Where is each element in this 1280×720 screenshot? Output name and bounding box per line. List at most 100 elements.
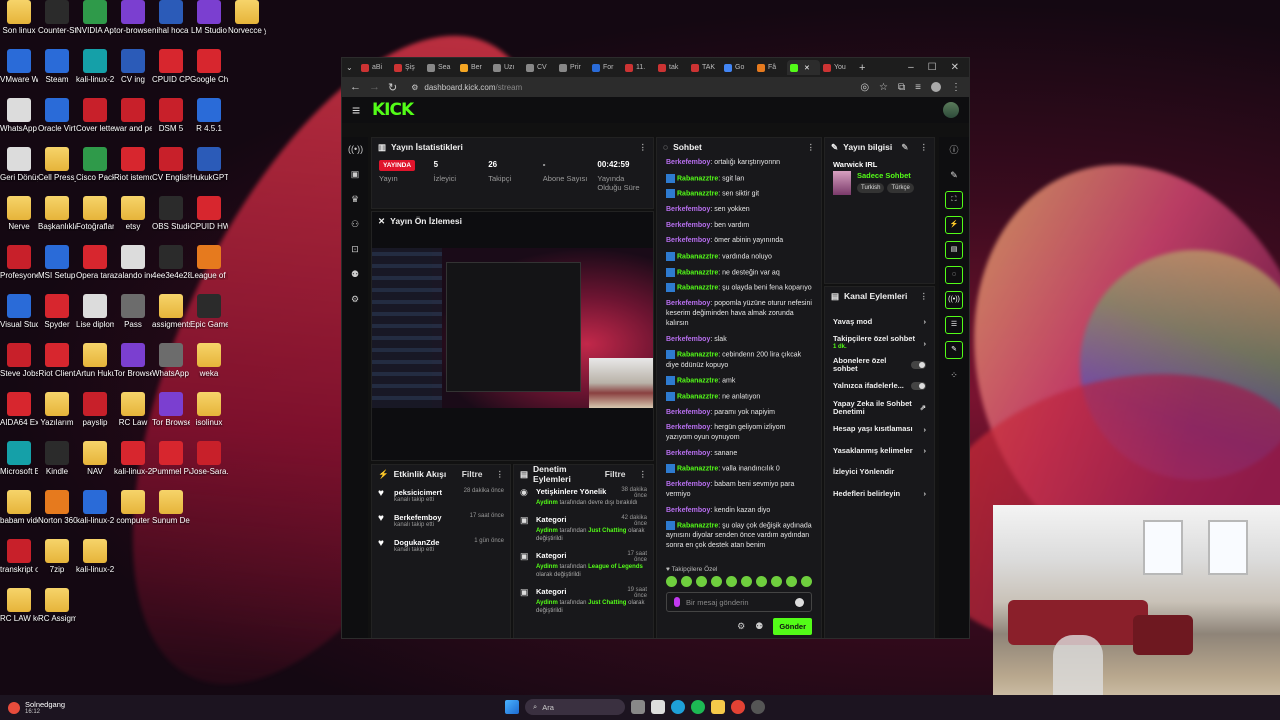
desktop-icon[interactable]: AIDA64 Extreme — [0, 392, 38, 427]
chat-username[interactable]: Berkefemboy — [666, 206, 710, 213]
desktop-icon[interactable]: weka — [190, 343, 228, 378]
channel-action-item[interactable]: Yasaklanmış kelimeler › — [825, 440, 934, 462]
bookmark-star-icon[interactable]: ☆ — [879, 82, 888, 93]
activity-menu-icon[interactable]: ⋮ — [496, 469, 505, 480]
activity-item[interactable]: ♥ peksicicimert kanalı takip etti 28 dakika… — [372, 483, 510, 508]
browser-tab[interactable]: Ber — [457, 60, 490, 75]
kick-logo[interactable]: KICK — [372, 100, 414, 120]
forward-icon[interactable]: → — [369, 81, 380, 93]
chat-message[interactable]: Berkefemboy: sanane — [666, 449, 812, 459]
new-tab-button[interactable]: + — [853, 62, 871, 74]
desktop-icon[interactable]: Yazılarım — [38, 392, 76, 427]
desktop-icon[interactable]: etsy — [114, 196, 152, 231]
moderation-filter-button[interactable]: Filtre — [605, 469, 626, 479]
desktop-icon[interactable]: Norvecce yazılık — [228, 0, 266, 35]
windows-start-icon[interactable] — [505, 700, 519, 714]
browser-tab[interactable]: TAK — [688, 60, 721, 75]
pencil-icon[interactable]: ✎ — [945, 166, 963, 184]
browser-tab[interactable]: aBi — [358, 60, 391, 75]
settings-icon[interactable]: ⚙ — [348, 292, 362, 306]
moderation-icon[interactable]: ⊡ — [348, 242, 362, 256]
desktop-icon[interactable]: Counter-Str... 2 — [38, 0, 76, 35]
channel-action-item[interactable]: Yavaş mod › — [825, 311, 934, 333]
notes-button-icon[interactable]: ▤ — [945, 241, 963, 259]
browser-tab[interactable]: For — [589, 60, 622, 75]
media-icon[interactable]: ≡ — [915, 82, 921, 93]
stream-preview-video[interactable] — [372, 248, 653, 408]
desktop-icon[interactable]: CV ing — [114, 49, 152, 84]
chat-username[interactable]: Berkefemboy — [666, 336, 710, 343]
desktop-icon[interactable]: NAV — [76, 441, 114, 476]
desktop-icon[interactable]: transkript oversat... — [0, 539, 38, 574]
spotify-icon[interactable] — [691, 700, 705, 714]
url-field[interactable]: ⚙ dashboard.kick.com /stream — [405, 80, 805, 94]
chat-username[interactable]: Berkefemboy — [666, 222, 710, 229]
emote[interactable] — [741, 576, 752, 587]
chat-message[interactable]: Berkefemboy: babam beni sevmiyo para ver… — [666, 480, 812, 500]
desktop-icon[interactable]: WhatsApp Görsel 202... — [152, 343, 190, 378]
tag-chip[interactable]: Turkish — [857, 183, 885, 193]
calendar-app-icon[interactable] — [651, 700, 665, 714]
desktop-icon[interactable]: Lise diplomas_(1) — [76, 294, 114, 329]
browser-menu-icon[interactable]: ⋮ — [951, 82, 961, 93]
chat-mod-icon[interactable]: ⚉ — [755, 621, 763, 632]
desktop-icon[interactable]: Tor Browser — [152, 392, 190, 427]
emote[interactable] — [666, 576, 677, 587]
settings-app-icon[interactable] — [751, 700, 765, 714]
chat-message[interactable]: Rabanazztre: valla inandıncılık 0 — [666, 464, 812, 474]
eye-off-icon[interactable]: ◎ — [860, 82, 869, 93]
emote[interactable] — [801, 576, 812, 587]
desktop-icon[interactable]: Profesyonel CV norsk — [0, 245, 38, 280]
desktop-icon[interactable]: kali-linux-2... — [76, 539, 114, 574]
channel-action-item[interactable]: Yapay Zeka ile Sohbet Denetimi ⇗ — [825, 397, 934, 419]
tools-button-icon[interactable]: ✎ — [945, 341, 963, 359]
chat-username[interactable]: Rabanazztre — [677, 253, 718, 260]
desktop-icon[interactable]: R 4.5.1 — [190, 98, 228, 133]
activity-item[interactable]: ♥ Berkefemboy kanalı takip etti 17 saat önc… — [372, 508, 510, 533]
desktop-icon[interactable]: Spyder — [38, 294, 76, 329]
chat-username[interactable]: Rabanazztre — [677, 352, 718, 359]
browser-tab[interactable]: Uzı — [490, 60, 523, 75]
desktop-icon[interactable]: MSI SetupDnv64 — [38, 245, 76, 280]
chat-message[interactable]: Rabanazztre: ne anlatıyon — [666, 391, 812, 402]
chat-message[interactable]: Berkefemboy: popomla yüzüne oturur nefes… — [666, 299, 812, 329]
chat-username[interactable]: Rabanazztre — [677, 285, 718, 292]
chat-username[interactable]: Rabanazztre — [677, 191, 718, 198]
chat-message[interactable]: Berkefemboy: ben vardım — [666, 221, 812, 231]
emoji-picker-icon[interactable] — [795, 597, 804, 607]
desktop-icon[interactable]: Opera tarayıcı — [76, 245, 114, 280]
chat-message[interactable]: Berkefemboy: kendin kazan diyo — [666, 506, 812, 516]
desktop-icon[interactable]: Jose-Sara... — [190, 441, 228, 476]
desktop-icon[interactable]: Steve Jobs Walter Is... — [0, 343, 38, 378]
moderation-menu-icon[interactable]: ⋮ — [639, 469, 648, 480]
desktop-icon[interactable]: NVIDIA App — [76, 0, 114, 35]
raid-button-icon[interactable]: ⚡ — [945, 216, 963, 234]
moderation-item[interactable]: ◉ Yetişkinlere Yönelik 38 dakika önce Aydin… — [514, 483, 653, 511]
chat-message[interactable]: Berkefemboy: paramı yok napiyim — [666, 408, 812, 418]
emote[interactable] — [726, 576, 737, 587]
desktop-icon[interactable]: Son linux — [0, 0, 38, 35]
desktop-icon[interactable]: CV English — [152, 147, 190, 182]
chat-message[interactable]: Rabanazztre: sen siktir git — [666, 189, 812, 199]
tab-search-icon[interactable]: ⌄ — [346, 63, 358, 72]
chat-message[interactable]: Rabanazztre: şu olay çok değişik aydınad… — [666, 521, 812, 551]
desktop-icon[interactable]: DSM 5 — [152, 98, 190, 133]
moderation-item[interactable]: ▣ Kategori 42 dakika önce Aydinm tarafından… — [514, 511, 653, 547]
desktop-icon[interactable]: OBS Studio — [152, 196, 190, 231]
desktop-icon[interactable]: Başkanlıklar — [38, 196, 76, 231]
channel-action-item[interactable]: Abonelere özel sohbet — [825, 354, 934, 376]
minimize-button[interactable]: – — [908, 62, 914, 73]
desktop-icon[interactable]: CPUID CPU-Z MSI — [152, 49, 190, 84]
users-icon[interactable]: ⚉ — [348, 267, 362, 281]
desktop-icon[interactable]: Sunum Deepfake — [152, 490, 190, 525]
chat-message[interactable]: Rabanazztre: şu olayda beni fena koparıy… — [666, 283, 812, 293]
broadcast-button-icon[interactable]: ((•)) — [945, 291, 963, 309]
clip-button-icon[interactable]: ⛶ — [945, 191, 963, 209]
browser-tab[interactable]: CV — [523, 60, 556, 75]
activity-item[interactable]: ♥ DogukanZde kanalı takip etti 1 gün önce — [372, 533, 510, 558]
chat-message[interactable]: Berkefemboy: slak — [666, 335, 812, 345]
moderation-item[interactable]: ▣ Kategori 17 saat önce Aydinm tarafından L… — [514, 547, 653, 583]
desktop-icon[interactable]: 7zip — [38, 539, 76, 574]
channel-action-item[interactable]: Hedefleri belirleyin › — [825, 483, 934, 505]
emote[interactable] — [711, 576, 722, 587]
